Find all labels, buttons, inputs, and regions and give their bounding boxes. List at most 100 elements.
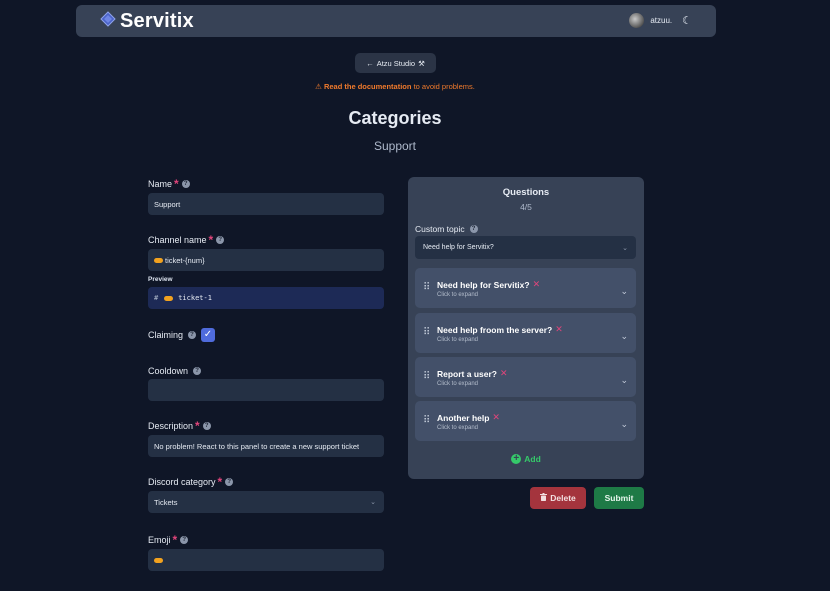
emoji-field[interactable]: [148, 549, 384, 571]
back-button-label: Atzu Studio: [376, 58, 416, 68]
remove-icon[interactable]: ✕: [492, 412, 500, 423]
description-value: No problem! React to this panel to creat…: [154, 441, 360, 451]
question-title-text: Another help: [437, 412, 490, 423]
question-title: Need help froom the server? ✕: [437, 324, 563, 335]
channel-name-label: Channel name * ?: [148, 233, 225, 247]
required-asterisk-icon: *: [195, 419, 200, 433]
question-hint: Click to expand: [437, 425, 479, 431]
documentation-link[interactable]: Read the documentation: [324, 82, 412, 91]
plus-circle-icon: +: [511, 454, 522, 464]
question-hint: Click to expand: [437, 337, 479, 343]
brand-name: Servitix: [120, 10, 194, 32]
ticket-emoji-icon: [154, 557, 163, 563]
submit-label: Submit: [604, 493, 634, 503]
help-icon[interactable]: ?: [469, 225, 478, 233]
navbar: Servitix atzuu. ☾: [76, 5, 716, 37]
custom-topic-label: Custom topic ?: [415, 224, 478, 234]
description-label-text: Description: [148, 421, 194, 431]
claiming-label: Claiming ?: [148, 330, 197, 340]
emoji-label-text: Emoji: [148, 535, 171, 545]
discord-category-label-text: Discord category: [148, 477, 216, 487]
submit-button[interactable]: Submit: [594, 487, 644, 509]
name-field[interactable]: Support: [148, 193, 384, 215]
remove-icon[interactable]: ✕: [555, 324, 563, 335]
avatar[interactable]: [629, 13, 645, 28]
trash-icon: [540, 493, 548, 503]
claiming-checkbox[interactable]: ✓: [201, 328, 215, 342]
question-item[interactable]: ⠿ Another help ✕ Click to expand ⌄: [415, 401, 636, 441]
channel-name-value: ticket-{num}: [165, 255, 205, 265]
user-menu[interactable]: atzuu. ☾: [629, 13, 692, 28]
question-item[interactable]: ⠿ Need help froom the server? ✕ Click to…: [415, 313, 636, 353]
drag-handle-icon[interactable]: ⠿: [423, 415, 430, 426]
remove-icon[interactable]: ✕: [500, 368, 508, 379]
description-label: Description * ?: [148, 419, 211, 433]
arrow-left-icon: ←: [366, 58, 374, 68]
ticket-emoji-icon: [154, 257, 163, 263]
brand-logo[interactable]: Servitix: [100, 10, 194, 33]
add-label: Add: [524, 454, 541, 464]
help-icon[interactable]: ?: [202, 422, 211, 430]
delete-label: Delete: [550, 493, 576, 503]
question-title-text: Report a user?: [437, 368, 497, 379]
question-title: Need help for Servitix? ✕: [437, 279, 540, 290]
preview-label: Preview: [148, 276, 173, 283]
discord-category-value: Tickets: [154, 497, 178, 507]
chevron-down-icon[interactable]: ⌄: [620, 331, 628, 342]
chevron-down-icon: ⌄: [622, 244, 628, 252]
questions-title: Questions: [502, 187, 550, 198]
cooldown-label: Cooldown ?: [148, 366, 202, 376]
cooldown-field[interactable]: [148, 379, 384, 401]
preview-value: ticket-1: [178, 294, 212, 302]
moon-icon[interactable]: ☾: [682, 14, 692, 27]
required-asterisk-icon: *: [208, 233, 214, 247]
discord-category-select[interactable]: Tickets ⌄: [148, 491, 384, 513]
name-label: Name * ?: [148, 177, 190, 191]
required-asterisk-icon: *: [217, 475, 223, 489]
delete-button[interactable]: Delete: [530, 487, 586, 509]
back-button[interactable]: ← Atzu Studio ⚒: [355, 53, 436, 73]
add-question-button[interactable]: + Add: [408, 454, 644, 464]
diamond-logo-icon: [100, 11, 116, 32]
question-item[interactable]: ⠿ Need help for Servitix? ✕ Click to exp…: [415, 268, 636, 308]
question-title: Report a user? ✕: [437, 368, 508, 379]
help-icon[interactable]: ?: [181, 180, 190, 188]
warning-text: to avoid problems.: [411, 82, 475, 91]
name-value: Support: [154, 199, 181, 209]
drag-handle-icon[interactable]: ⠿: [423, 327, 430, 338]
channel-name-field[interactable]: ticket-{num}: [148, 249, 384, 271]
question-hint: Click to expand: [437, 292, 479, 298]
ticket-emoji-icon: [164, 295, 174, 301]
documentation-warning: ⚠ Read the documentation to avoid proble…: [0, 82, 790, 91]
help-icon[interactable]: ?: [180, 536, 189, 544]
questions-count: 4/5: [520, 202, 532, 212]
chevron-down-icon[interactable]: ⌄: [620, 419, 628, 430]
custom-topic-label-text: Custom topic: [415, 224, 465, 234]
chevron-down-icon[interactable]: ⌄: [620, 286, 628, 297]
help-icon[interactable]: ?: [188, 331, 197, 339]
warning-icon: ⚠: [315, 82, 322, 91]
cooldown-label-text: Cooldown: [148, 366, 189, 376]
drag-handle-icon[interactable]: ⠿: [423, 371, 430, 382]
help-icon[interactable]: ?: [193, 367, 202, 375]
channel-name-label-text: Channel name: [148, 235, 207, 245]
help-icon[interactable]: ?: [225, 478, 234, 486]
required-asterisk-icon: *: [174, 177, 179, 191]
drag-handle-icon[interactable]: ⠿: [423, 282, 430, 293]
username: atzuu.: [650, 16, 673, 25]
emoji-label: Emoji * ?: [148, 533, 189, 547]
hammer-pick-icon: ⚒: [418, 58, 425, 68]
question-hint: Click to expand: [437, 381, 479, 387]
question-item[interactable]: ⠿ Report a user? ✕ Click to expand ⌄: [415, 357, 636, 397]
question-title: Another help ✕: [437, 412, 500, 423]
hash-icon: #: [154, 294, 159, 302]
description-field[interactable]: No problem! React to this panel to creat…: [148, 435, 384, 457]
custom-topic-select[interactable]: Need help for Servitix? ⌄: [415, 236, 636, 259]
page-subtitle: Support: [373, 139, 417, 153]
required-asterisk-icon: *: [172, 533, 178, 547]
remove-icon[interactable]: ✕: [533, 279, 541, 290]
help-icon[interactable]: ?: [216, 236, 225, 244]
question-title-text: Need help for Servitix?: [437, 279, 530, 290]
chevron-down-icon[interactable]: ⌄: [620, 375, 628, 386]
questions-panel: Questions 4/5 Custom topic ? Need help f…: [408, 177, 644, 479]
